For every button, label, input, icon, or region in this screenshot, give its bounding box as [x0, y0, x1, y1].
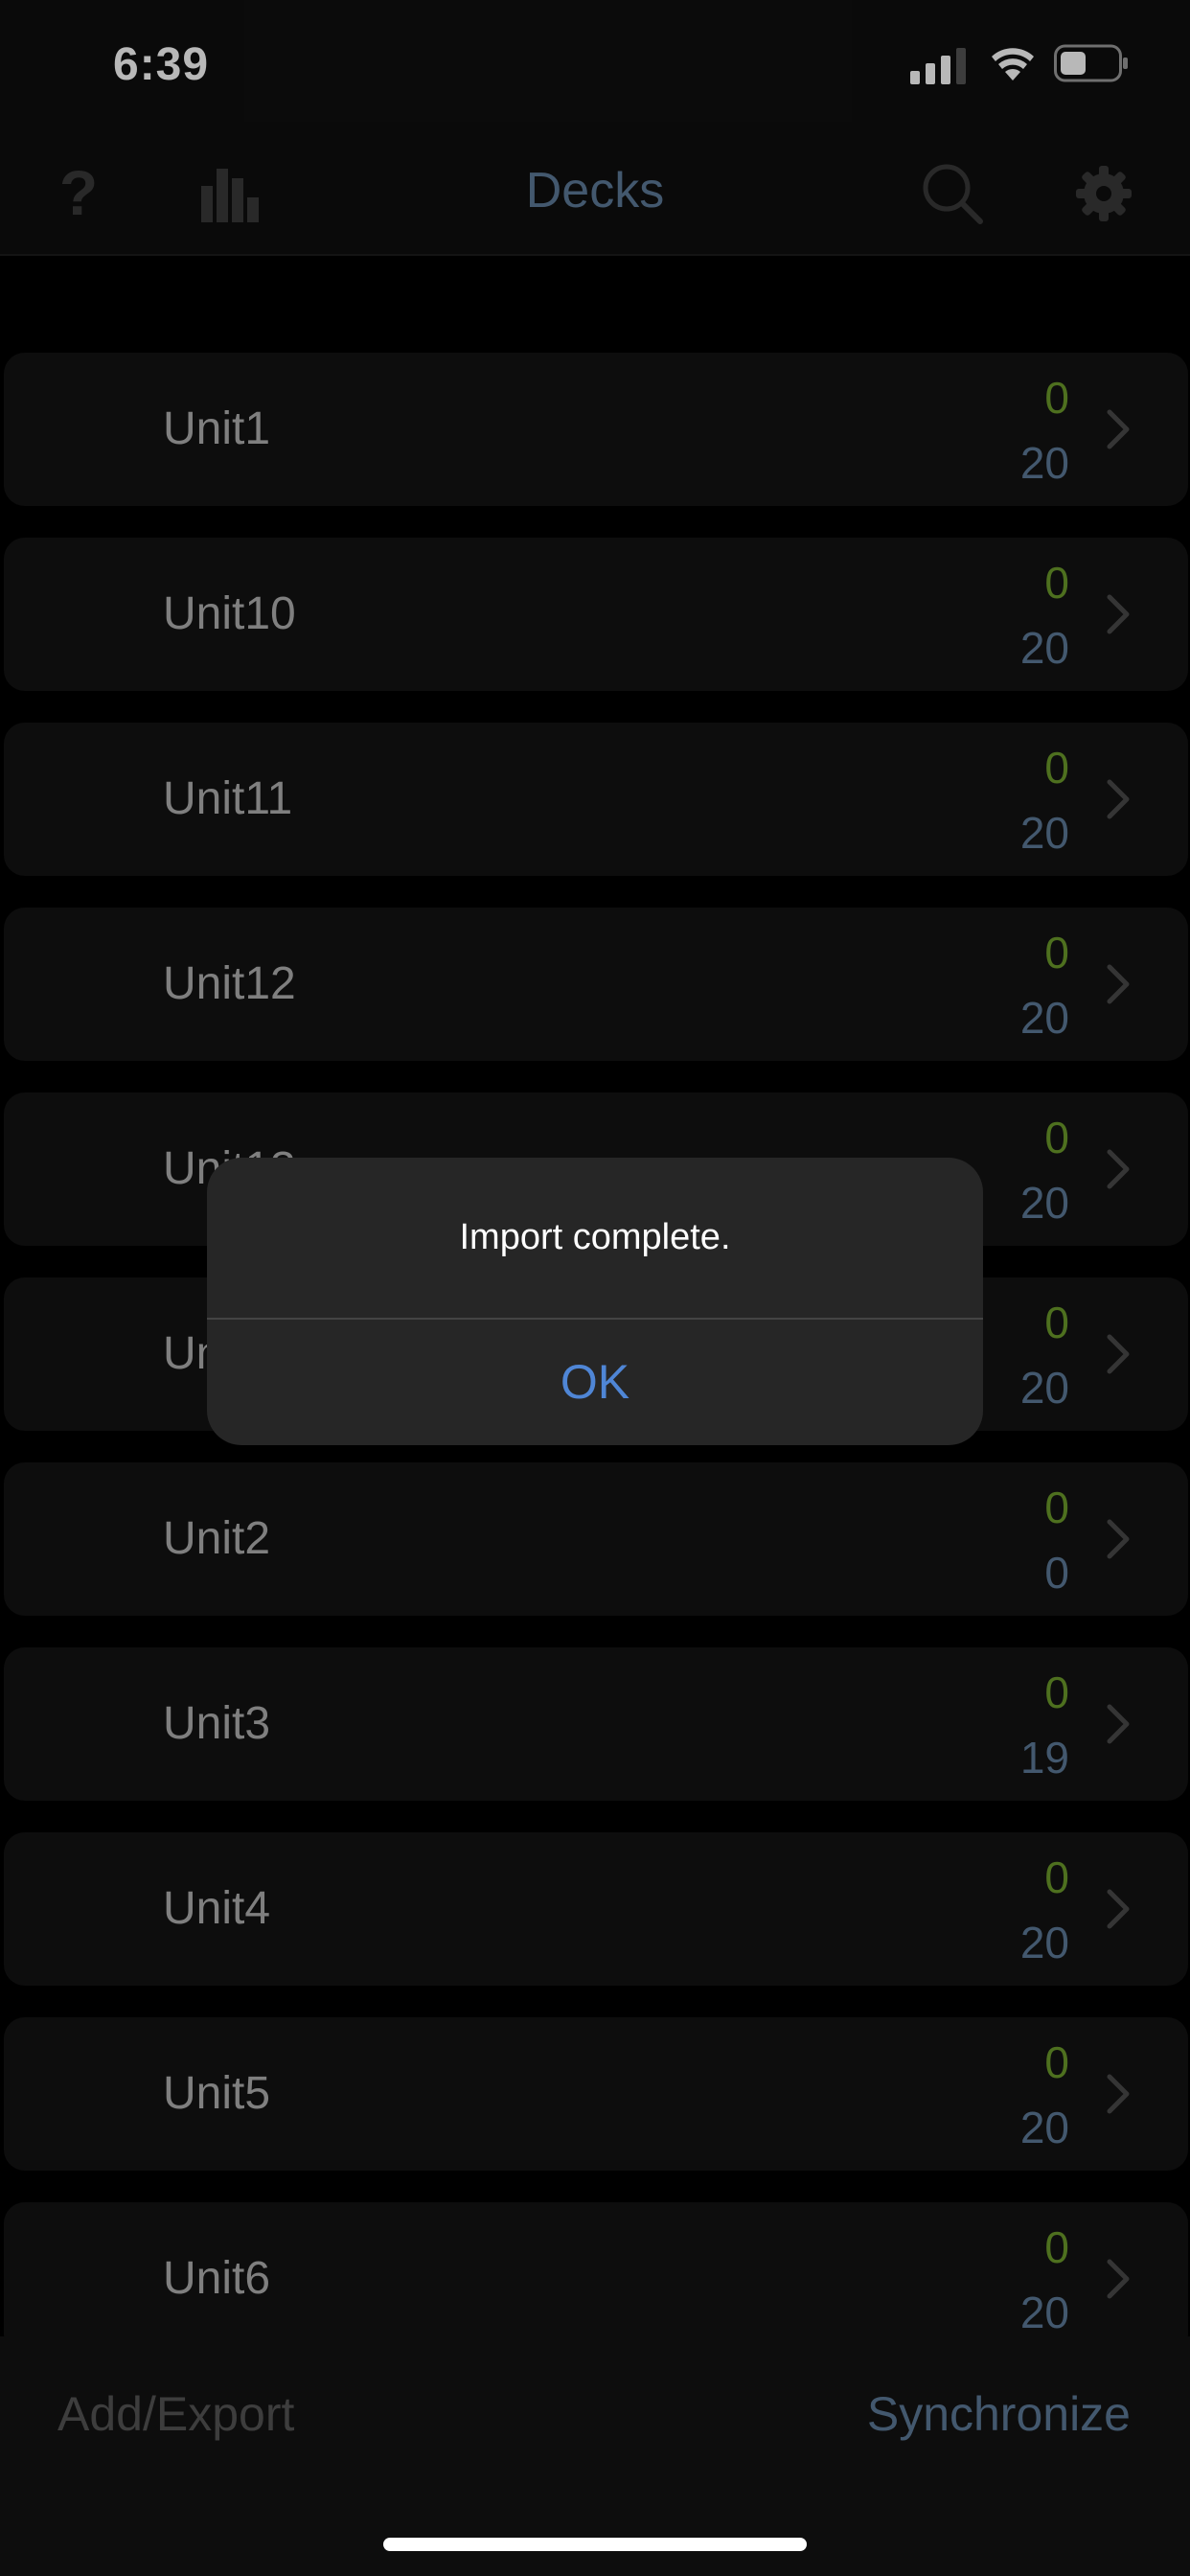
alert-ok-button[interactable]: OK [207, 1320, 983, 1445]
home-indicator [383, 2538, 807, 2551]
import-complete-alert: Import complete. OK [207, 1158, 983, 1445]
alert-message: Import complete. [459, 1217, 731, 1257]
